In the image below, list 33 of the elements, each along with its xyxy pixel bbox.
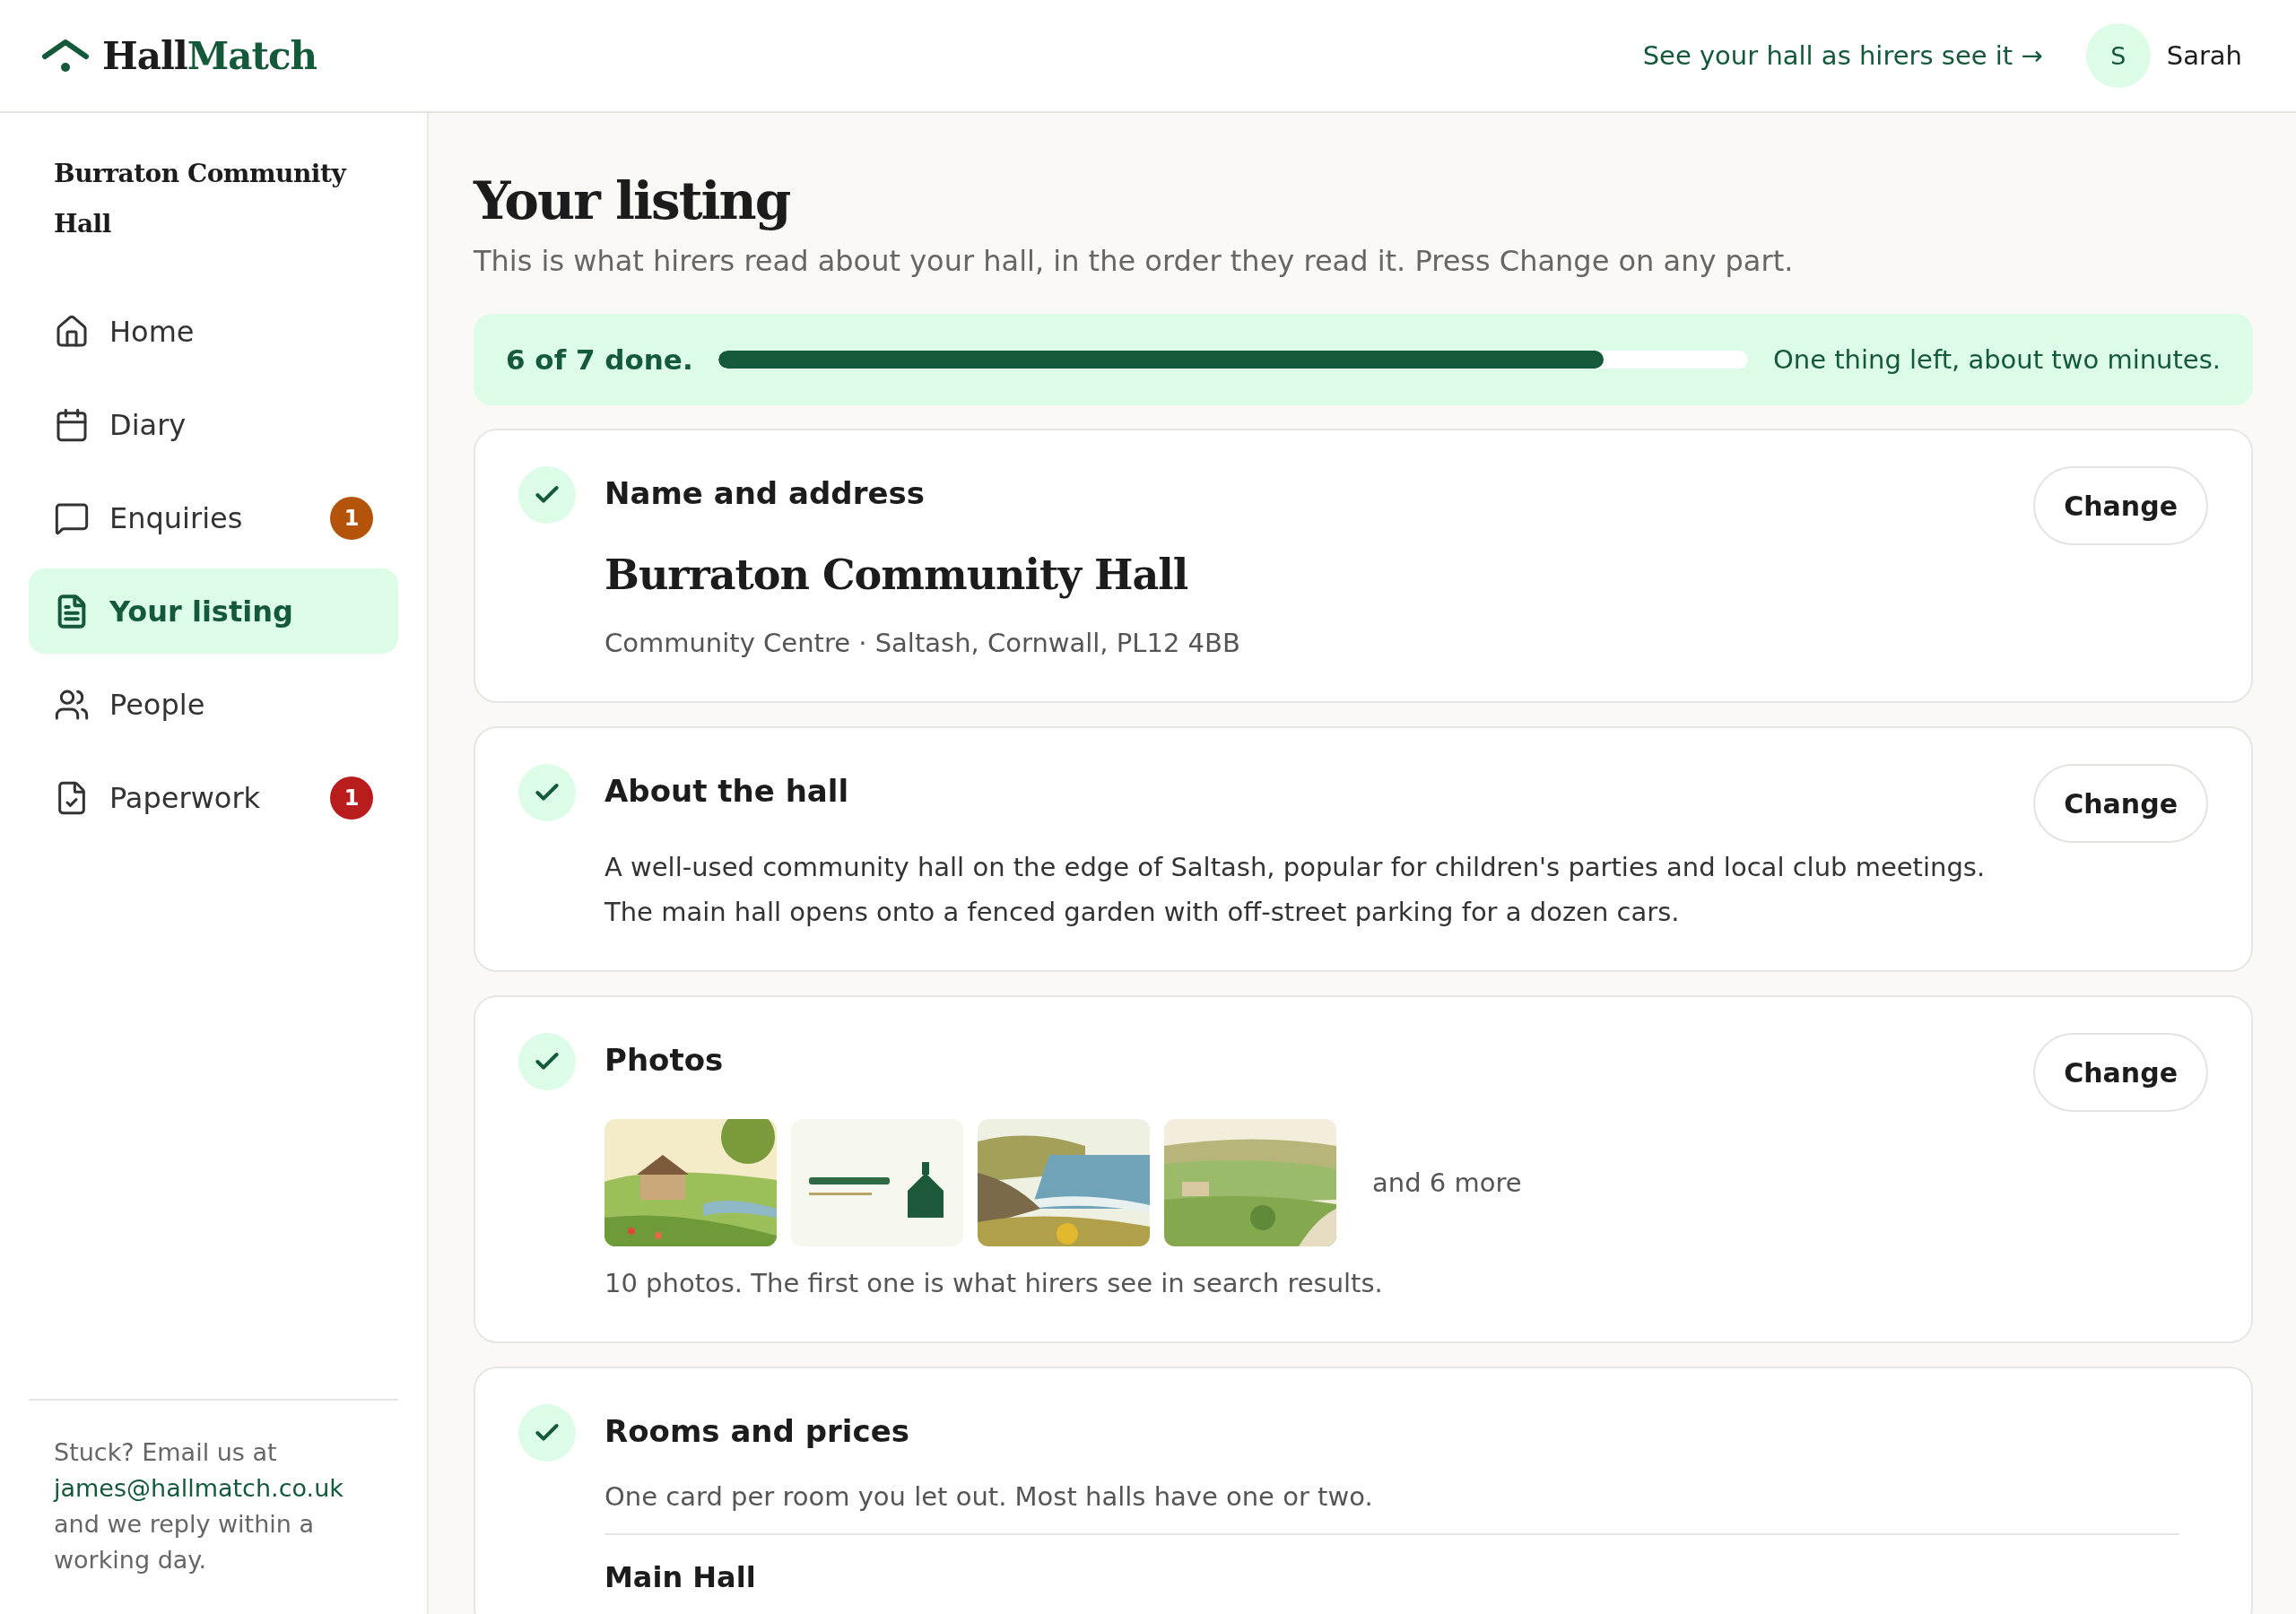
progress-note: One thing left, about two minutes.: [1772, 344, 2221, 375]
count-badge: 1: [330, 776, 373, 820]
user-avatar[interactable]: S: [2085, 23, 2151, 88]
sidebar-item[interactable]: Diary: [29, 382, 398, 467]
hall-details: Community Centre · Saltash, Cornwall, PL12 4BB: [604, 627, 1241, 660]
hall-name: Burraton Community Hall: [54, 158, 348, 240]
section-title: Photos: [604, 1042, 725, 1078]
count-badge: 1: [330, 496, 373, 540]
progress-label: 6 of 7 done.: [506, 343, 693, 376]
change-button[interactable]: Change: [2033, 466, 2208, 545]
rooms-description: One card per room you let out. Most halls have one or two.: [604, 1481, 2179, 1535]
room-name: Main Hall: [604, 1560, 757, 1594]
user-name: Sarah: [2166, 40, 2242, 71]
hall-title: Burraton Community Hall: [604, 551, 1189, 599]
page-title: Your listing: [474, 170, 791, 231]
sidebar-item[interactable]: People: [29, 662, 398, 747]
preview-link[interactable]: See your hall as hirers see it →: [1642, 40, 2043, 71]
photos-caption: 10 photos. The first one is what hirers see in search results.: [604, 1267, 1384, 1300]
logo-text[interactable]: HallMatch: [102, 33, 317, 78]
sidebar-item[interactable]: Enquiries 1: [29, 475, 398, 560]
roof-logo-icon: [41, 39, 90, 73]
sidebar-item[interactable]: Paperwork 1: [29, 755, 398, 840]
section-title: About the hall: [604, 773, 850, 809]
section-title: Name and address: [604, 475, 926, 511]
hall-description: A well-used community hall on the edge of Saltash, popular for children's parties and local club meetings. The main hall opens onto a fenced garden with off-street parking for a dozen cars.: [604, 851, 1986, 929]
sidebar-item[interactable]: Home: [29, 289, 398, 374]
email-link[interactable]: james@hallmatch.co.uk: [54, 1474, 344, 1502]
sidebar-item[interactable]: Your listing: [29, 568, 398, 654]
more-photos-text: and 6 more: [1372, 1167, 1522, 1198]
section-title: Rooms and prices: [604, 1413, 910, 1449]
change-button[interactable]: Change: [2033, 1033, 2208, 1112]
page-subtitle: This is what hirers read about your hall, in the order they read it. Press Change on any part.: [474, 244, 1795, 278]
change-button[interactable]: Change: [2033, 764, 2208, 843]
